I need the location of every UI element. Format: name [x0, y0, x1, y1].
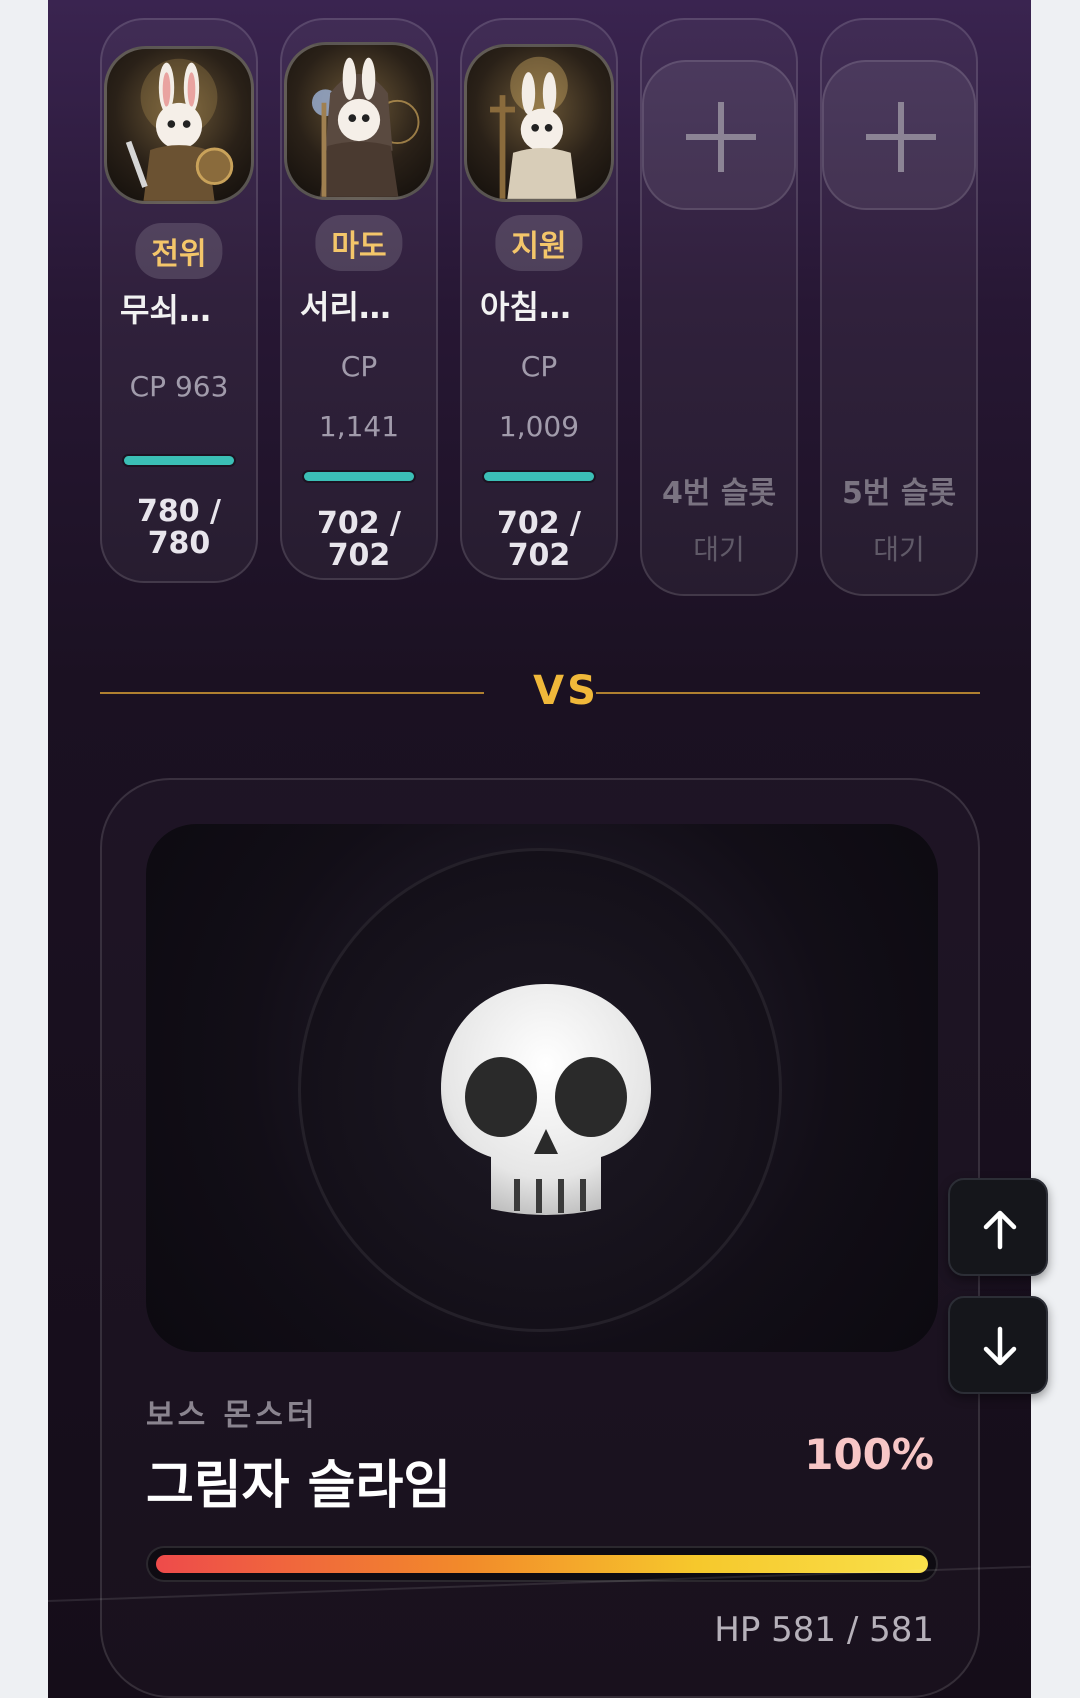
scroll-down-button[interactable]	[948, 1296, 1048, 1394]
party-slot-5-empty[interactable]: 5번 슬롯 대기	[820, 18, 978, 596]
arrow-up-icon	[983, 1210, 1017, 1250]
hero-hp-max: 702	[507, 538, 571, 573]
hero-cp: CP	[520, 350, 558, 383]
role-badge: 전위	[135, 223, 223, 279]
slot-label: 5번 슬롯	[841, 476, 957, 511]
hero-hp-bar	[304, 472, 414, 481]
hero-hp-bar	[124, 456, 234, 465]
portrait-rabbit-mage	[284, 42, 434, 200]
party-slot-4-empty[interactable]: 4번 슬롯 대기	[640, 18, 798, 596]
skull-icon	[441, 984, 651, 1215]
boss-stage	[146, 824, 938, 1352]
role-badge: 지원	[495, 215, 583, 271]
boss-hp-bar	[146, 1546, 938, 1582]
hero-hp-bar	[484, 472, 594, 481]
hero-hp-current: 780 /	[136, 494, 222, 529]
hero-name: 아침…	[480, 288, 571, 326]
portrait-rabbit-knight	[104, 46, 254, 204]
vs-divider-left	[100, 692, 484, 694]
slot-status: 대기	[693, 533, 745, 566]
plus-icon	[866, 102, 936, 172]
party-slot-3[interactable]: 지원 아침… CP 1,009 702 / 702	[460, 18, 618, 580]
hero-cp: CP 963	[129, 370, 229, 403]
hero-cp: CP	[340, 350, 378, 383]
boss-hp-percent: 100%	[804, 1430, 934, 1479]
boss-subtitle: 보스 몬스터	[146, 1398, 319, 1433]
boss-card[interactable]: 보스 몬스터 그림자 슬라임 100% HP 581 / 581	[100, 778, 980, 1698]
add-hero-button[interactable]	[822, 60, 976, 210]
party-slot-2[interactable]: 마도 서리… CP 1,141 702 / 702	[280, 18, 438, 580]
hero-hp-max: 780	[147, 526, 211, 561]
hero-hp-current: 702 /	[316, 506, 402, 541]
plus-icon	[686, 102, 756, 172]
hero-cp-value: 1,009	[498, 410, 580, 443]
hero-cp-value: 1,141	[318, 410, 400, 443]
boss-hp-text: HP 581 / 581	[714, 1610, 934, 1650]
vs-divider-right	[596, 692, 980, 694]
scroll-up-button[interactable]	[948, 1178, 1048, 1276]
portrait-rabbit-cleric	[464, 44, 614, 202]
boss-hp-fill	[156, 1555, 928, 1573]
slot-label: 4번 슬롯	[661, 476, 777, 511]
add-hero-button[interactable]	[642, 60, 796, 210]
arrow-down-icon	[983, 1326, 1017, 1366]
hero-hp-max: 702	[327, 538, 391, 573]
vs-label: VS	[533, 668, 599, 714]
hero-hp-current: 702 /	[496, 506, 582, 541]
role-badge: 마도	[315, 215, 403, 271]
hero-name: 서리…	[300, 288, 391, 326]
boss-name: 그림자 슬라임	[146, 1456, 452, 1516]
party-slot-1[interactable]: 전위 무쇠… CP 963 780 / 780	[100, 18, 258, 583]
battle-panel: 전위 무쇠… CP 963 780 / 780 마도 서리… CP 1,141	[48, 0, 1031, 1698]
slot-status: 대기	[873, 533, 925, 566]
hero-name: 무쇠…	[120, 291, 211, 329]
